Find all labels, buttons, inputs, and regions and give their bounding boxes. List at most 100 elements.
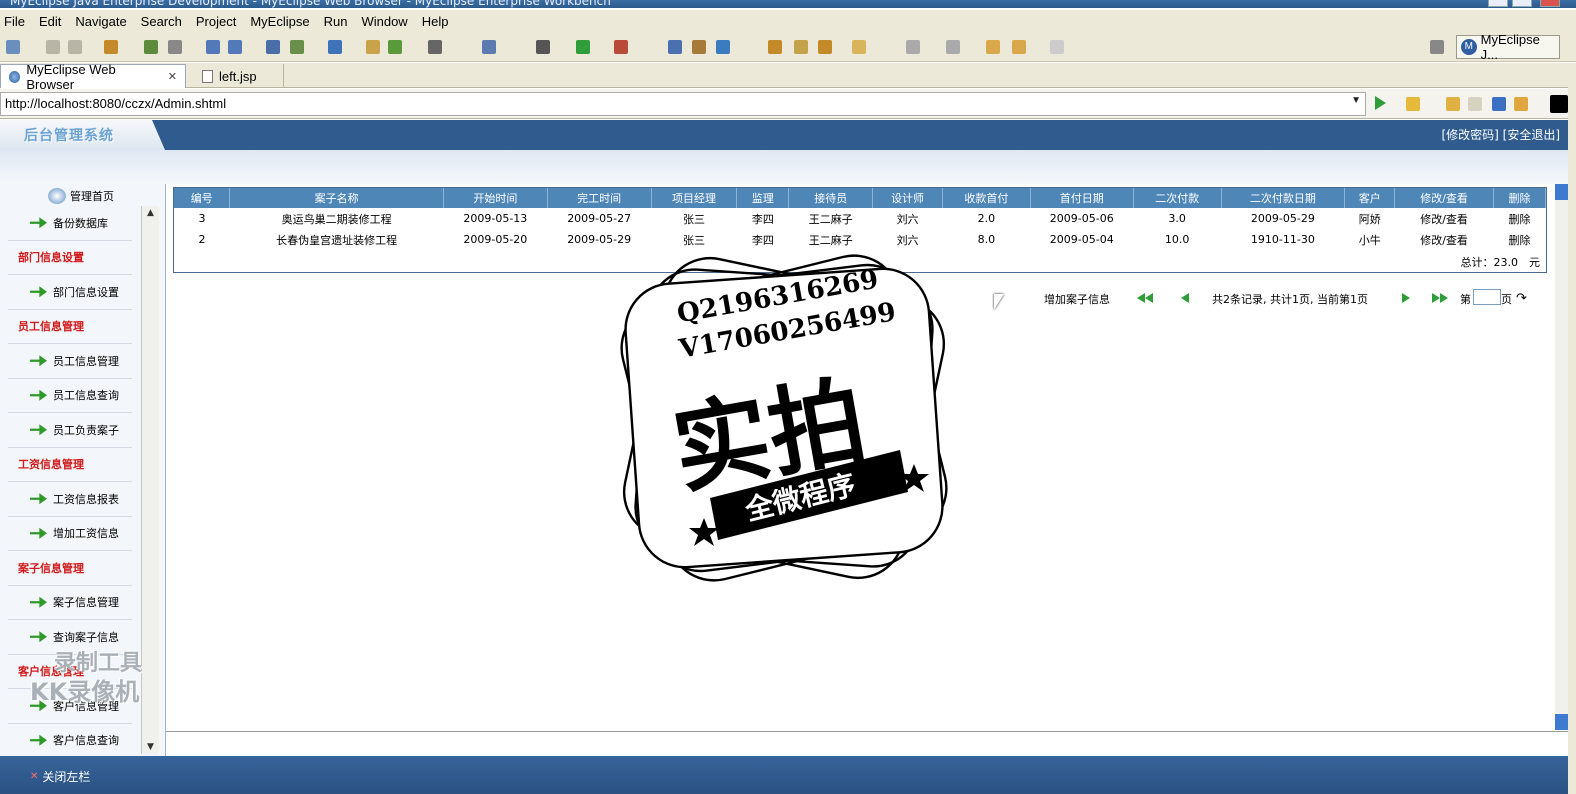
- tasks-icon[interactable]: [482, 40, 496, 54]
- account-links[interactable]: [修改密码] [安全退出]: [1441, 126, 1560, 143]
- column-header: 项目经理: [651, 188, 738, 208]
- edit-view-link[interactable]: 修改/查看: [1395, 208, 1494, 229]
- last-page-icon-2[interactable]: [1440, 293, 1448, 303]
- page-scroll-up-icon[interactable]: [1555, 184, 1568, 200]
- sidebar-link-label: 备份数据库: [53, 216, 108, 230]
- menu-item-run[interactable]: Run: [324, 14, 348, 29]
- debug-icon[interactable]: [144, 40, 158, 54]
- sidebar-link[interactable]: 备份数据库: [8, 206, 132, 241]
- admin-logo-text: 后台管理系统: [24, 128, 114, 144]
- run-icon[interactable]: [576, 40, 590, 54]
- table-cell: 小牛: [1358, 233, 1381, 247]
- sidebar-link[interactable]: 员工信息管理: [8, 344, 132, 379]
- delete-link[interactable]: 删除: [1493, 208, 1545, 229]
- menu-item-window[interactable]: Window: [361, 14, 407, 29]
- sidebar-link[interactable]: 客户信息查询: [8, 724, 132, 758]
- menu-item-navigate[interactable]: Navigate: [75, 14, 126, 29]
- sidebar-link[interactable]: 部门信息设置: [8, 275, 132, 310]
- url-dropdown-icon[interactable]: ▼: [1351, 95, 1361, 106]
- print-icon[interactable]: [68, 40, 82, 54]
- menu-item-edit[interactable]: Edit: [39, 14, 61, 29]
- perspective-switcher[interactable]: M MyEclipse J...: [1456, 32, 1560, 62]
- back-icon[interactable]: [1012, 40, 1026, 54]
- page-scroll-down-icon[interactable]: [1555, 714, 1568, 730]
- sidebar-link[interactable]: 案子信息管理: [8, 586, 132, 620]
- deploy-remote-icon[interactable]: [228, 40, 242, 54]
- new-class-icon[interactable]: [668, 40, 682, 54]
- table-cell: 2009-05-06: [1049, 212, 1114, 225]
- back-icon[interactable]: [1446, 97, 1460, 111]
- new-icon[interactable]: [6, 40, 20, 54]
- open-resource-icon[interactable]: [818, 40, 832, 54]
- next-page-icon[interactable]: [1402, 293, 1410, 303]
- perspective-label: MyEclipse J...: [1480, 32, 1540, 62]
- external-tools-icon[interactable]: [614, 40, 628, 54]
- open-type-icon[interactable]: [768, 40, 782, 54]
- sidebar-link[interactable]: 工资信息报表: [8, 482, 132, 517]
- maximize-button[interactable]: [1512, 0, 1532, 7]
- package-icon[interactable]: [104, 40, 118, 54]
- table-cell: 2009-05-20: [463, 233, 528, 246]
- goto-page-input[interactable]: [1473, 289, 1501, 305]
- close-window-button[interactable]: [1540, 0, 1560, 7]
- sidebar-link[interactable]: 增加工资信息: [8, 517, 132, 551]
- forward-icon[interactable]: [1468, 97, 1482, 111]
- open-icon[interactable]: [366, 40, 380, 54]
- sidebar-scrollbar[interactable]: ▲ ▼: [141, 206, 159, 754]
- prev-page-icon[interactable]: [1181, 293, 1189, 303]
- annotate-icon[interactable]: [906, 40, 920, 54]
- web-service-icon[interactable]: [266, 40, 280, 54]
- tab-left-jsp[interactable]: left.jsp: [194, 64, 284, 88]
- first-page-icon[interactable]: [1137, 293, 1145, 303]
- refresh-icon[interactable]: [1514, 97, 1528, 111]
- menu-item-myeclipse[interactable]: MyEclipse: [250, 14, 309, 29]
- favorites-icon[interactable]: [1406, 97, 1420, 111]
- menu-item-search[interactable]: Search: [141, 14, 182, 29]
- tab-web-browser[interactable]: MyEclipse Web Browser ✕: [0, 62, 186, 92]
- menu-item-help[interactable]: Help: [422, 14, 449, 29]
- delete-link[interactable]: 删除: [1493, 229, 1545, 250]
- add-case-link[interactable]: 增加案子信息: [1044, 291, 1110, 307]
- table-cell: 阿娇: [1358, 212, 1381, 226]
- page-scrollbar[interactable]: [1555, 184, 1568, 730]
- edit-view-link[interactable]: 修改/查看: [1395, 229, 1494, 250]
- scroll-up-icon[interactable]: ▲: [147, 208, 154, 218]
- url-input[interactable]: http://localhost:8080/cczx/Admin.shtml ▼: [0, 92, 1366, 116]
- go-icon[interactable]: [1375, 96, 1386, 110]
- minimize-button[interactable]: [1488, 0, 1508, 7]
- forward-icon[interactable]: [1050, 40, 1064, 54]
- deploy-icon[interactable]: [206, 40, 220, 54]
- sidebar-link-label: 客户信息查询: [53, 734, 119, 748]
- new-package-icon[interactable]: [692, 40, 706, 54]
- sidebar-category: 案子信息管理: [8, 551, 132, 586]
- last-page-icon[interactable]: [1432, 293, 1440, 303]
- perspective-open-icon[interactable]: [1430, 40, 1444, 54]
- external-browser-icon[interactable]: [1550, 95, 1568, 113]
- add-icon[interactable]: [388, 40, 402, 54]
- myeclipse-perspective-icon: M: [1461, 39, 1477, 55]
- sidebar-link[interactable]: 员工负责案子: [8, 413, 132, 448]
- first-page-icon-2[interactable]: [1145, 293, 1153, 303]
- scroll-down-icon[interactable]: ▼: [147, 742, 154, 752]
- stop-icon[interactable]: [1492, 97, 1506, 111]
- menu-item-file[interactable]: File: [4, 14, 25, 29]
- project-icon[interactable]: [290, 40, 304, 54]
- menu-item-project[interactable]: Project: [196, 14, 236, 29]
- server-icon[interactable]: [168, 40, 182, 54]
- column-header: 收款首付: [942, 188, 1031, 208]
- next-annotation-icon[interactable]: [946, 40, 960, 54]
- close-tab-icon[interactable]: ✕: [168, 70, 177, 83]
- browser-icon[interactable]: [328, 40, 342, 54]
- folder-icon[interactable]: [852, 40, 866, 54]
- home-link[interactable]: 管理首页: [48, 188, 114, 204]
- screenshot-icon[interactable]: [428, 40, 442, 54]
- search-icon[interactable]: [794, 40, 808, 54]
- close-sidebar-button[interactable]: ✕ 关闭左栏: [30, 768, 90, 785]
- refresh-icon[interactable]: [716, 40, 730, 54]
- goto-page-icon[interactable]: ↷: [1516, 291, 1527, 306]
- table-cell: 3.0: [1168, 212, 1186, 225]
- last-edit-icon[interactable]: [986, 40, 1000, 54]
- save-icon[interactable]: [46, 40, 60, 54]
- settings-icon[interactable]: [536, 40, 550, 54]
- sidebar-link[interactable]: 员工信息查询: [8, 379, 132, 413]
